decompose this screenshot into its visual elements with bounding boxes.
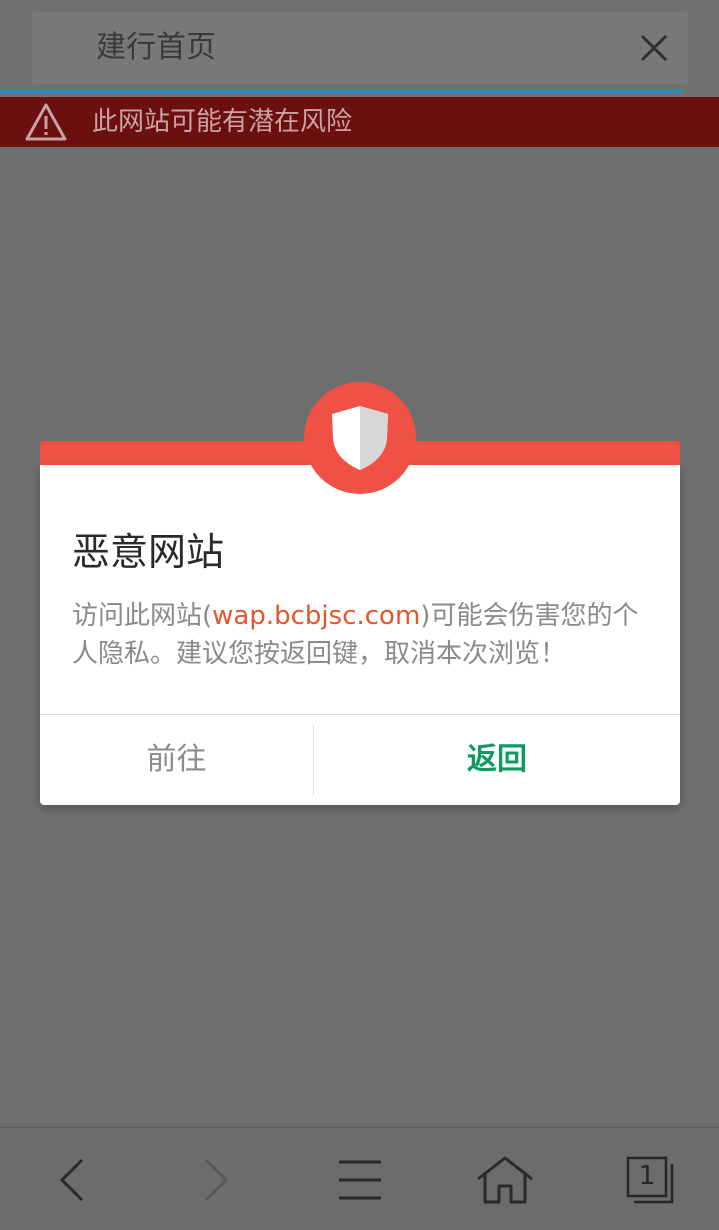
page-title: 建行首页 <box>96 30 216 65</box>
tab-count: 1 <box>638 1161 656 1191</box>
load-progress-bar <box>0 90 683 94</box>
tabs-icon[interactable]: 1 <box>618 1154 678 1206</box>
warning-triangle-icon <box>24 102 68 142</box>
shield-badge <box>304 382 416 494</box>
warning-text: 此网站可能有潜在风险 <box>92 107 353 137</box>
shield-icon <box>332 406 388 470</box>
message-prefix: 访问此网站( <box>72 601 213 631</box>
bottom-navigation: 1 <box>0 1127 719 1230</box>
forward-arrow-icon[interactable] <box>186 1154 246 1206</box>
back-arrow-icon[interactable] <box>42 1154 102 1206</box>
back-button[interactable]: 返回 <box>314 715 680 805</box>
menu-icon[interactable] <box>330 1154 390 1206</box>
address-bar[interactable]: 建行首页 <box>32 12 688 84</box>
malicious-site-dialog: 恶意网站 访问此网站(wap.bcbjsc.com)可能会伤害您的个人隐私。建议… <box>40 465 680 805</box>
close-icon[interactable] <box>634 28 674 68</box>
dialog-url: wap.bcbjsc.com <box>212 601 421 631</box>
proceed-button[interactable]: 前往 <box>40 715 313 805</box>
home-icon[interactable] <box>475 1154 535 1206</box>
dialog-message: 访问此网站(wap.bcbjsc.com)可能会伤害您的个人隐私。建议您按返回键… <box>72 597 652 673</box>
warning-banner: 此网站可能有潜在风险 <box>0 97 719 147</box>
top-bar: 建行首页 <box>0 0 719 97</box>
dialog-title: 恶意网站 <box>72 530 225 574</box>
